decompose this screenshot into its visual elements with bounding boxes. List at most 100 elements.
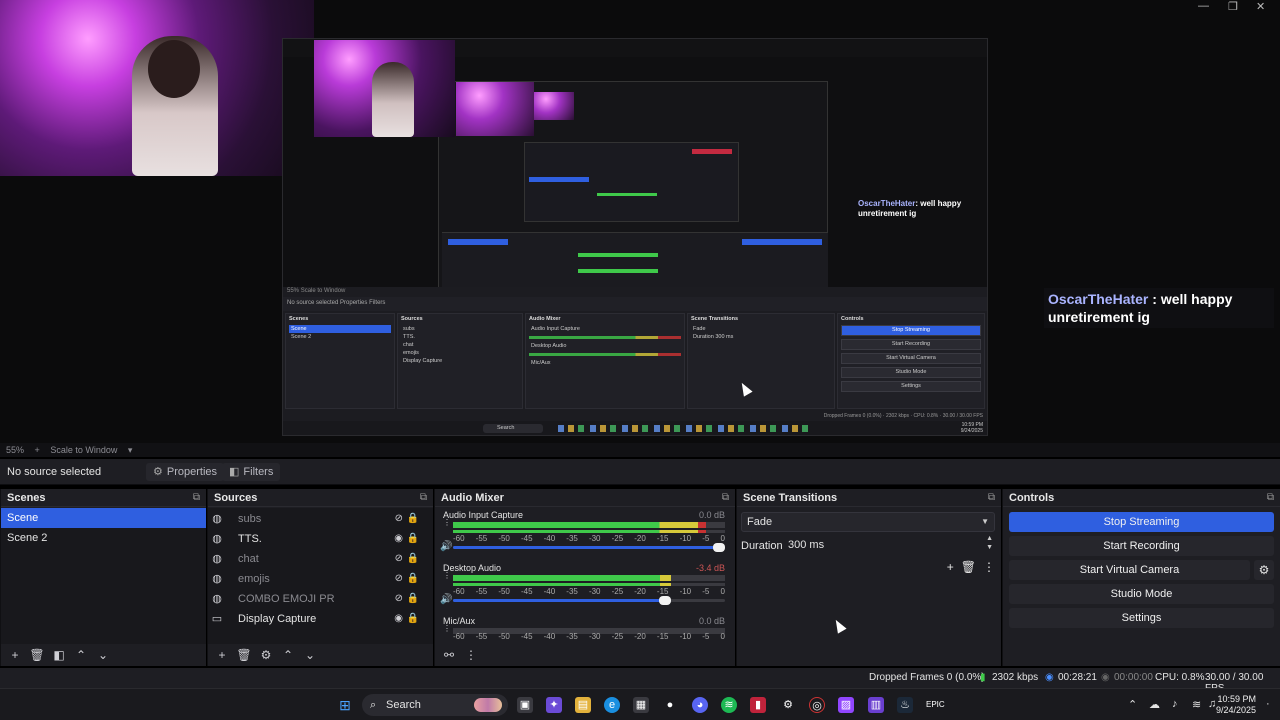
- studio-mode-button[interactable]: Studio Mode: [1009, 584, 1274, 604]
- kebab-icon[interactable]: ⋮: [443, 625, 451, 633]
- undock-icon[interactable]: ⧉: [420, 489, 427, 507]
- edge-icon[interactable]: e: [604, 697, 620, 713]
- settings-button[interactable]: Settings: [1009, 608, 1274, 628]
- pdf-icon[interactable]: ▮: [750, 697, 766, 713]
- source-item-display-capture[interactable]: ▭ Display Capture ◉ 🔒: [208, 609, 433, 629]
- spinner-icon[interactable]: ▲ ▼: [986, 534, 993, 552]
- cloud-icon[interactable]: ☁: [1149, 698, 1160, 711]
- app-icon[interactable]: ▥: [868, 697, 884, 713]
- trash-icon[interactable]: 🗑: [28, 648, 46, 662]
- kebab-icon[interactable]: ⋮: [983, 560, 995, 578]
- scene-item-scene-2[interactable]: Scene 2: [1, 528, 206, 548]
- store-icon[interactable]: ▦: [633, 697, 649, 713]
- eye-slash-icon[interactable]: ⊘: [395, 569, 403, 589]
- source-item-emojis[interactable]: ◍ emojis ⊘ 🔒: [208, 569, 433, 589]
- chevron-down-icon[interactable]: ⌄: [301, 648, 319, 662]
- maximize-button[interactable]: ❐: [1228, 0, 1238, 14]
- duration-input[interactable]: 300 ms ▲ ▼: [783, 534, 995, 556]
- headset-icon[interactable]: ●: [662, 697, 678, 713]
- volume-slider[interactable]: [453, 543, 725, 552]
- task-view-icon[interactable]: ▣: [517, 697, 533, 713]
- start-recording-button[interactable]: Start Recording: [1009, 536, 1274, 556]
- twitch-icon[interactable]: ▨: [838, 697, 854, 713]
- source-item-tts[interactable]: ◍ TTS. ◉ 🔒: [208, 529, 433, 549]
- start-virtual-camera-button[interactable]: Start Virtual Camera: [1009, 560, 1250, 580]
- scale-mode-select[interactable]: Scale to Window: [50, 445, 117, 455]
- filter-icon[interactable]: ◧: [50, 648, 68, 662]
- zoom-level[interactable]: 55%: [6, 445, 24, 455]
- undock-icon[interactable]: ⧉: [988, 489, 995, 507]
- close-button[interactable]: ✕: [1256, 0, 1265, 14]
- stop-streaming-button[interactable]: Stop Streaming: [1009, 512, 1274, 532]
- microphone-icon[interactable]: ♪: [1172, 698, 1178, 710]
- spotify-icon[interactable]: ≋: [721, 697, 737, 713]
- volume-slider[interactable]: [453, 596, 725, 605]
- chevron-up-icon[interactable]: ⌃: [72, 648, 90, 662]
- eye-slash-icon[interactable]: ⊘: [395, 509, 403, 529]
- kebab-icon[interactable]: ⋮: [443, 519, 451, 527]
- chevron-down-icon[interactable]: ⌄: [94, 648, 112, 662]
- source-item-combo-emoji[interactable]: ◍ COMBO EMOJI PR ⊘ 🔒: [208, 589, 433, 609]
- zoom-in-button[interactable]: +: [35, 445, 40, 455]
- undock-icon[interactable]: ⧉: [193, 489, 200, 507]
- file-explorer-icon[interactable]: ▤: [575, 697, 591, 713]
- speaker-icon[interactable]: 🔊: [440, 594, 452, 605]
- lock-icon[interactable]: 🔒: [407, 529, 419, 549]
- source-item-subs[interactable]: ◍ subs ⊘ 🔒: [208, 509, 433, 529]
- nested-meter-2: [529, 353, 681, 356]
- properties-button[interactable]: ⚙ Properties: [146, 463, 225, 481]
- wifi-icon[interactable]: ≋: [1192, 698, 1201, 711]
- kebab-icon[interactable]: ⋮: [443, 572, 451, 580]
- taskbar-clock[interactable]: 10:59 PM 9/24/2025: [1216, 694, 1256, 716]
- lock-icon[interactable]: 🔒: [407, 549, 419, 569]
- eye-icon[interactable]: ◉: [394, 529, 403, 549]
- filter-icon: ◧: [229, 466, 240, 478]
- add-icon[interactable]: +: [213, 648, 231, 662]
- lock-icon[interactable]: 🔒: [407, 569, 419, 589]
- undock-icon[interactable]: ⧉: [722, 489, 729, 507]
- source-item-chat[interactable]: ◍ chat ⊘ 🔒: [208, 549, 433, 569]
- copilot-icon[interactable]: ✦: [546, 697, 562, 713]
- trash-icon[interactable]: 🗑: [961, 560, 976, 578]
- mixer-title: Audio Mixer: [441, 492, 504, 504]
- volume-knob[interactable]: [658, 596, 671, 605]
- transition-select[interactable]: Fade ▼: [741, 512, 995, 532]
- settings-gear-icon[interactable]: ⚙: [780, 697, 796, 713]
- discord-icon[interactable]: ◕: [692, 697, 708, 713]
- link-icon[interactable]: ⚯: [440, 648, 458, 662]
- steam-icon[interactable]: ♨: [897, 697, 913, 713]
- chevron-up-icon[interactable]: ⌃: [1128, 698, 1137, 711]
- kebab-icon[interactable]: ⋮: [462, 648, 480, 662]
- eye-icon[interactable]: ◉: [394, 609, 403, 629]
- lock-icon[interactable]: 🔒: [407, 589, 419, 609]
- chevron-up-icon[interactable]: ⌃: [279, 648, 297, 662]
- epic-games-icon[interactable]: EPIC: [926, 697, 945, 713]
- stream-preview[interactable]: 55% Scale to Window No source selected P…: [0, 0, 1280, 443]
- obs-icon[interactable]: ◎: [809, 697, 825, 713]
- meter-tick-label: -10: [679, 632, 692, 641]
- gear-icon[interactable]: ⚙: [1254, 560, 1274, 580]
- scene-item-scene[interactable]: Scene: [1, 508, 206, 528]
- speaker-icon[interactable]: 🔊: [440, 541, 452, 552]
- channel-name: Mic/Aux: [443, 616, 476, 626]
- undock-icon[interactable]: ⧉: [1267, 489, 1274, 507]
- trash-icon[interactable]: 🗑: [235, 648, 253, 662]
- eye-slash-icon[interactable]: ⊘: [395, 549, 403, 569]
- level-meter-fill: [453, 522, 706, 528]
- windows-taskbar: ⊞ ⌕ Search ▣ ✦ ▤ e ▦ ● ◕ ≋ ▮ ⚙ ◎ ▨ ▥ ♨ EP…: [0, 688, 1280, 720]
- windows-start-icon[interactable]: ⊞: [337, 697, 353, 713]
- lock-icon[interactable]: 🔒: [407, 509, 419, 529]
- add-icon[interactable]: +: [947, 560, 954, 578]
- eye-slash-icon[interactable]: ⊘: [395, 589, 403, 609]
- minimize-button[interactable]: —: [1198, 0, 1209, 14]
- filters-button[interactable]: ◧ Filters: [222, 463, 281, 481]
- lock-icon[interactable]: 🔒: [407, 609, 419, 629]
- volume-knob[interactable]: [713, 543, 725, 552]
- chevron-down-icon[interactable]: ▾: [128, 445, 133, 455]
- add-icon[interactable]: +: [6, 648, 24, 662]
- cpu-usage: CPU: 0.8%: [1155, 672, 1205, 683]
- level-meter: [453, 522, 725, 528]
- taskbar-search[interactable]: ⌕ Search: [362, 694, 508, 716]
- gear-icon[interactable]: ⚙: [257, 648, 275, 662]
- notification-icon[interactable]: ·: [1266, 698, 1270, 710]
